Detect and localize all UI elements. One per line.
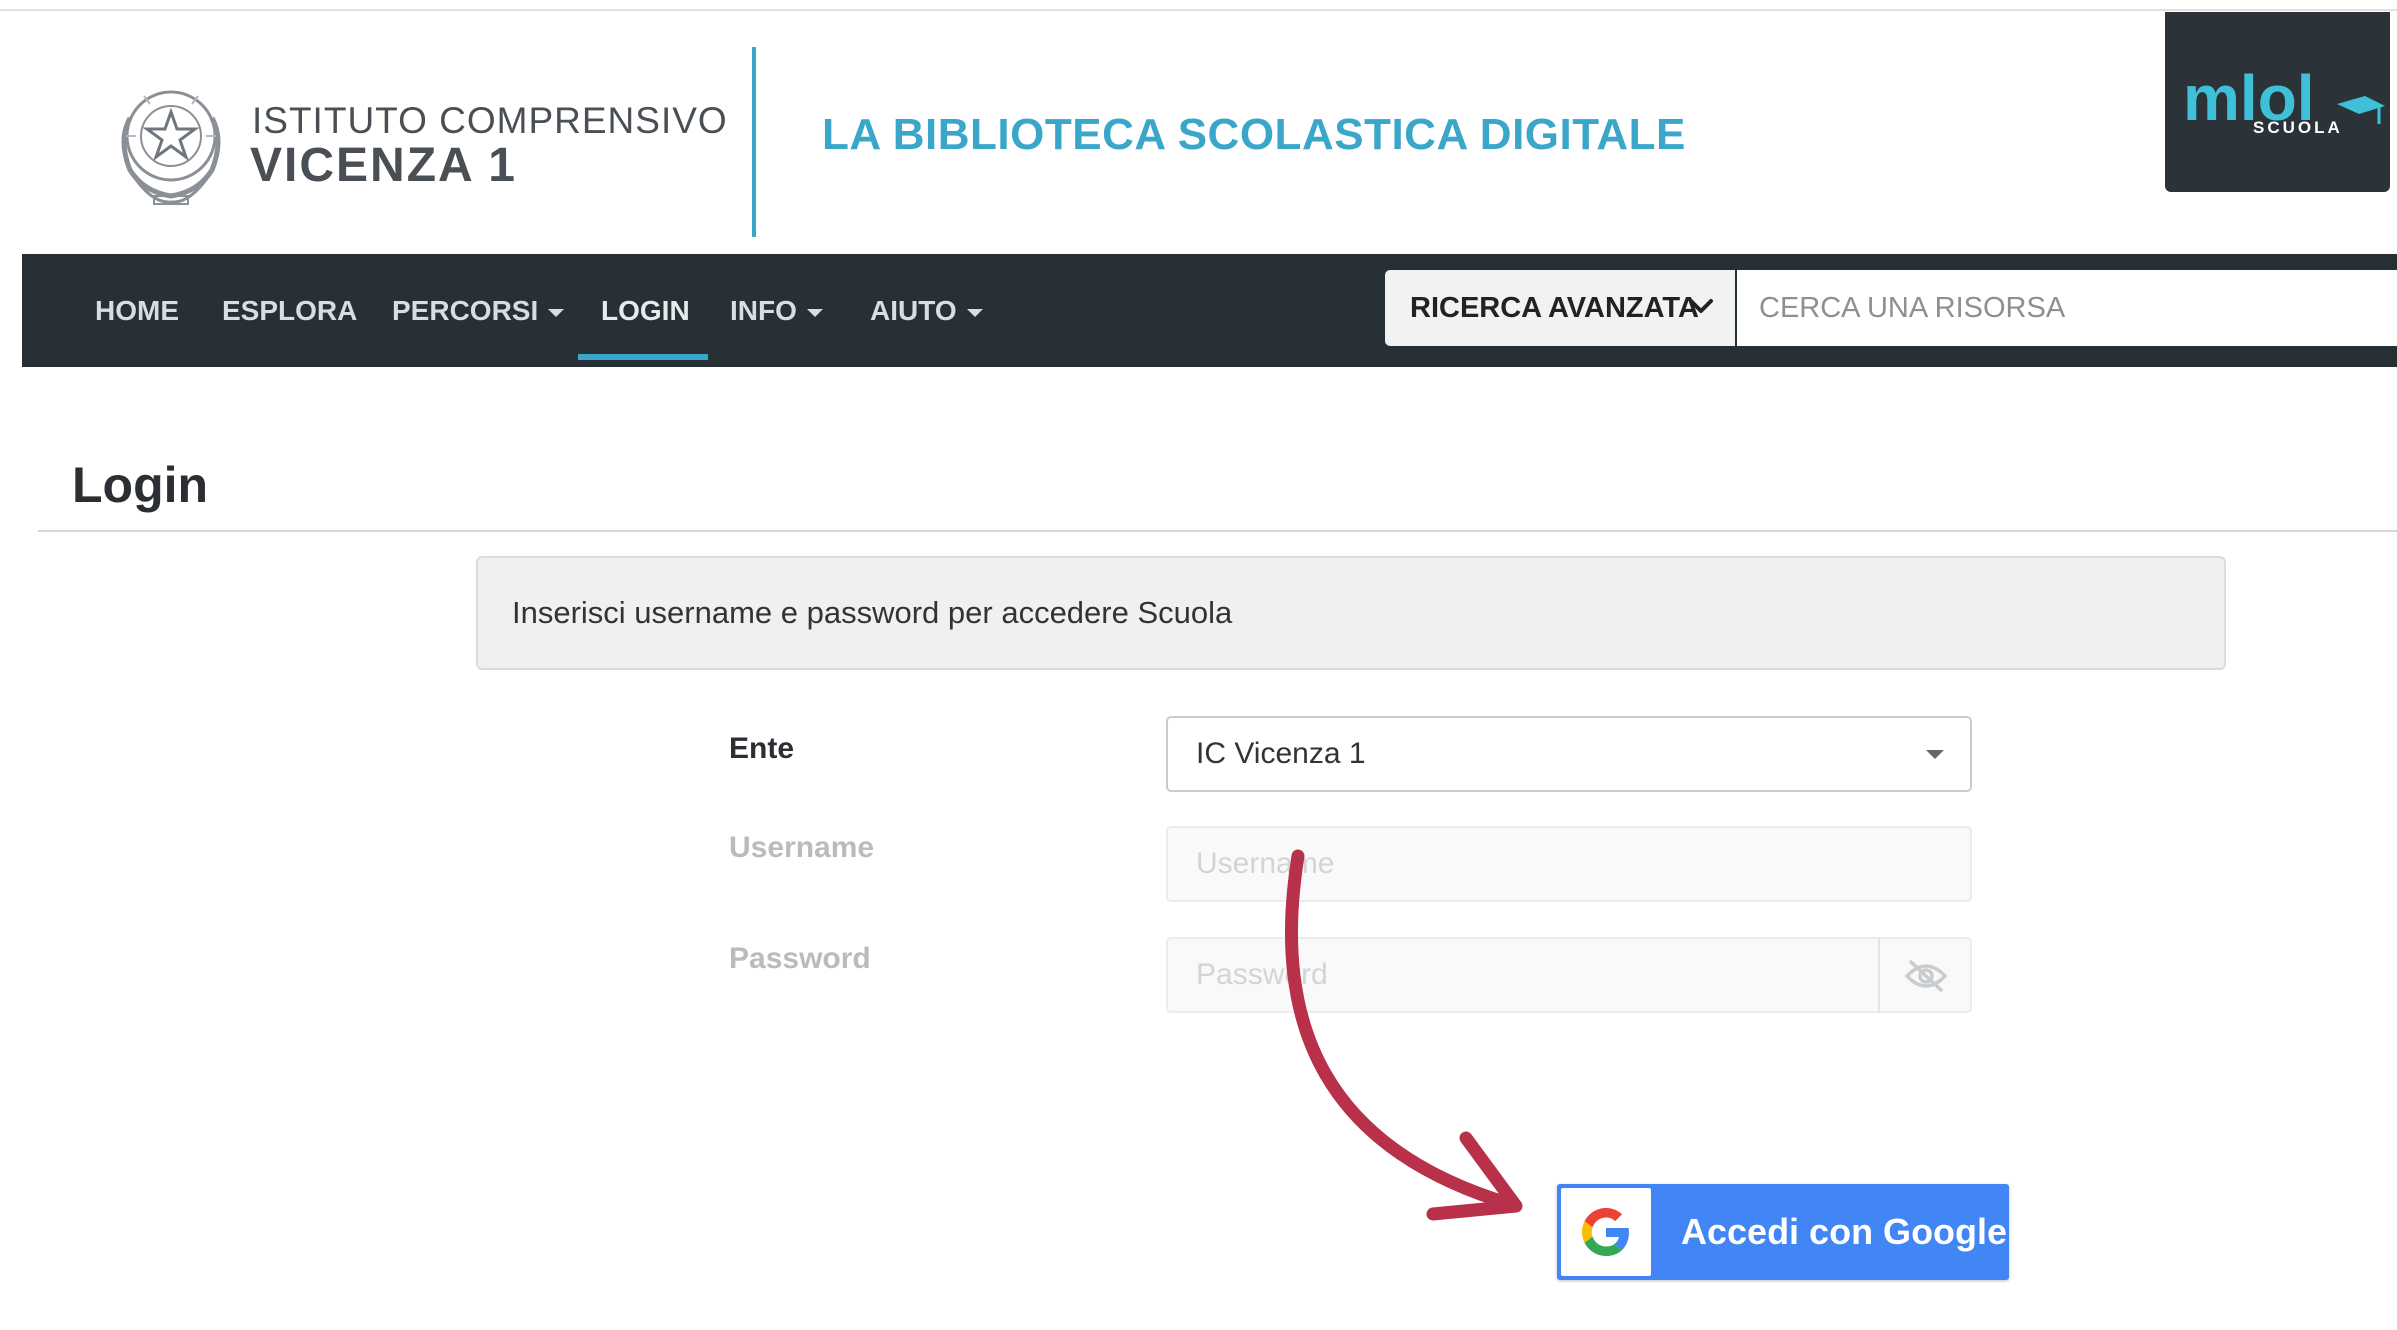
password-label: Password (729, 942, 871, 975)
info-alert-text: Inserisci username e password per accede… (512, 595, 1233, 630)
eye-slash-icon (1904, 960, 1948, 992)
nav-login[interactable]: LOGIN (601, 254, 690, 367)
nav-aiuto[interactable]: AIUTO (870, 254, 983, 367)
italian-republic-emblem-icon (121, 90, 221, 205)
school-name-line2: VICENZA 1 (250, 139, 517, 192)
logo-subtext: SCUOLA (2253, 118, 2343, 137)
advanced-search-button[interactable]: RICERCA AVANZATA (1385, 270, 1735, 346)
school-name-line1: ISTITUTO COMPRENSIVO (252, 100, 728, 141)
nav-percorsi-label: PERCORSI (392, 295, 539, 326)
nav-home-label: HOME (95, 295, 179, 326)
ente-select-value: IC Vicenza 1 (1196, 737, 1366, 770)
ente-label: Ente (729, 732, 795, 765)
advanced-search-label: RICERCA AVANZATA (1410, 292, 1699, 324)
google-signin-label: Accedi con Google (1681, 1211, 2008, 1252)
mlol-scuola-logo[interactable]: mlol SCUOLA (2165, 12, 2390, 192)
page-title: Login (72, 457, 209, 513)
caret-down-icon (1926, 750, 1944, 759)
nav-aiuto-label: AIUTO (870, 295, 957, 326)
library-title: LA BIBLIOTECA SCOLASTICA DIGITALE (822, 110, 1686, 159)
chevron-down-icon (1689, 299, 1713, 313)
nav-info[interactable]: INFO (730, 254, 823, 367)
google-icon (1582, 1208, 1629, 1256)
nav-esplora[interactable]: ESPLORA (222, 254, 357, 367)
caret-down-icon (548, 308, 565, 317)
info-alert: Inserisci username e password per accede… (476, 556, 2226, 670)
caret-down-icon (966, 308, 983, 317)
google-icon-container (1561, 1188, 1651, 1276)
nav-login-label: LOGIN (601, 295, 690, 326)
top-rule (0, 9, 2397, 11)
toggle-password-visibility-button[interactable] (1878, 937, 1972, 1013)
nav-home[interactable]: HOME (95, 254, 179, 367)
caret-down-icon (806, 308, 823, 317)
nav-esplora-label: ESPLORA (222, 295, 358, 326)
ente-select[interactable]: IC Vicenza 1 (1166, 716, 1972, 792)
nav-active-indicator (578, 354, 708, 360)
nav-info-label: INFO (730, 295, 797, 326)
username-label: Username (729, 831, 875, 864)
mlol-logo-icon: mlol SCUOLA (2183, 62, 2385, 137)
title-divider (38, 530, 2397, 532)
username-field[interactable] (1166, 826, 1972, 902)
header-separator (752, 47, 756, 237)
search-input[interactable] (1737, 270, 2397, 346)
nav-percorsi[interactable]: PERCORSI (392, 254, 565, 367)
password-field[interactable] (1166, 937, 1880, 1013)
google-signin-button[interactable]: Accedi con Google (1557, 1184, 2009, 1280)
